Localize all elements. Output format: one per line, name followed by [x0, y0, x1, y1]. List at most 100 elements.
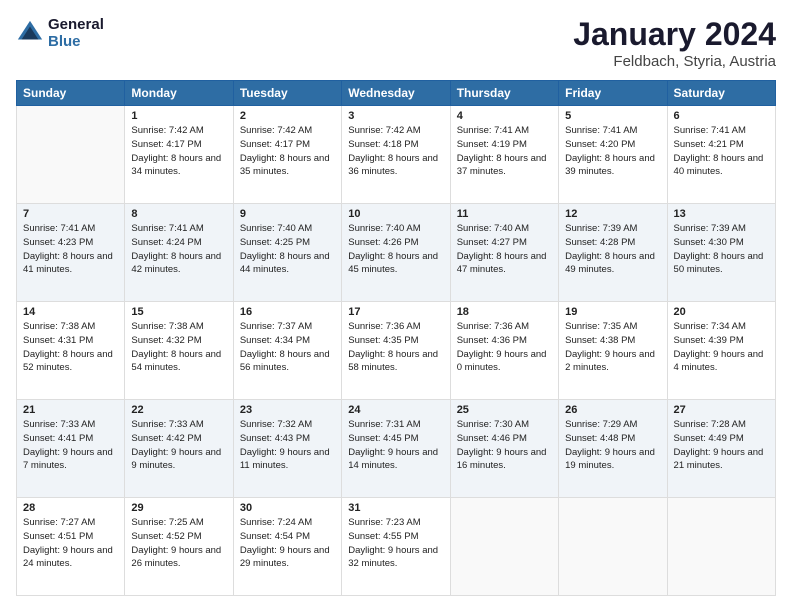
day-info: Sunrise: 7:39 AM Sunset: 4:28 PM Dayligh…	[565, 222, 660, 277]
weekday-header-friday: Friday	[559, 81, 667, 106]
day-info: Sunrise: 7:32 AM Sunset: 4:43 PM Dayligh…	[240, 418, 335, 473]
day-info: Sunrise: 7:41 AM Sunset: 4:23 PM Dayligh…	[23, 222, 118, 277]
day-info: Sunrise: 7:41 AM Sunset: 4:24 PM Dayligh…	[131, 222, 226, 277]
weekday-header-monday: Monday	[125, 81, 233, 106]
day-number: 28	[23, 502, 118, 514]
day-number: 30	[240, 502, 335, 514]
day-info: Sunrise: 7:39 AM Sunset: 4:30 PM Dayligh…	[674, 222, 769, 277]
calendar-table: SundayMondayTuesdayWednesdayThursdayFrid…	[16, 80, 776, 596]
day-number: 12	[565, 208, 660, 220]
calendar-cell: 25 Sunrise: 7:30 AM Sunset: 4:46 PM Dayli…	[450, 400, 558, 498]
day-number: 22	[131, 404, 226, 416]
day-number: 3	[348, 110, 443, 122]
week-row-2: 7Sunrise: 7:41 AM Sunset: 4:23 PM Daylig…	[17, 204, 776, 302]
week-row-4: 21 Sunrise: 7:33 AM Sunset: 4:41 PM Dayli…	[17, 400, 776, 498]
calendar-page: General Blue January 2024 Feldbach, Styr…	[0, 0, 792, 612]
day-info: Sunrise: 7:41 AM Sunset: 4:20 PM Dayligh…	[565, 124, 660, 179]
day-info: Sunrise: 7:38 AM Sunset: 4:31 PM Dayligh…	[23, 320, 118, 375]
day-info: Sunrise: 7:24 AM Sunset: 4:54 PM Dayligh…	[240, 516, 335, 571]
day-info: Sunrise: 7:28 AM Sunset: 4:49 PM Dayligh…	[674, 418, 769, 473]
calendar-cell: 27 Sunrise: 7:28 AM Sunset: 4:49 PM Dayli…	[667, 400, 775, 498]
calendar-cell: 14Sunrise: 7:38 AM Sunset: 4:31 PM Dayli…	[17, 302, 125, 400]
calendar-cell: 22Sunrise: 7:33 AM Sunset: 4:42 PM Dayli…	[125, 400, 233, 498]
day-number: 4	[457, 110, 552, 122]
title-block: January 2024 Feldbach, Styria, Austria	[573, 16, 776, 70]
day-number: 21	[23, 404, 118, 416]
day-info: Sunrise: 7:38 AM Sunset: 4:32 PM Dayligh…	[131, 320, 226, 375]
calendar-cell	[667, 498, 775, 596]
day-info: Sunrise: 7:40 AM Sunset: 4:25 PM Dayligh…	[240, 222, 335, 277]
day-info: Sunrise: 7:33 AM Sunset: 4:41 PM Dayligh…	[23, 418, 118, 473]
day-info: Sunrise: 7:34 AM Sunset: 4:39 PM Dayligh…	[674, 320, 769, 375]
day-info: Sunrise: 7:41 AM Sunset: 4:21 PM Dayligh…	[674, 124, 769, 179]
location-title: Feldbach, Styria, Austria	[573, 53, 776, 70]
weekday-header-wednesday: Wednesday	[342, 81, 450, 106]
weekday-header-sunday: Sunday	[17, 81, 125, 106]
day-number: 19	[565, 306, 660, 318]
calendar-cell: 7Sunrise: 7:41 AM Sunset: 4:23 PM Daylig…	[17, 204, 125, 302]
week-row-5: 28 Sunrise: 7:27 AM Sunset: 4:51 PM Dayli…	[17, 498, 776, 596]
day-number: 23	[240, 404, 335, 416]
logo-icon	[16, 19, 44, 47]
day-info: Sunrise: 7:40 AM Sunset: 4:26 PM Dayligh…	[348, 222, 443, 277]
week-row-3: 14Sunrise: 7:38 AM Sunset: 4:31 PM Dayli…	[17, 302, 776, 400]
day-info: Sunrise: 7:27 AM Sunset: 4:51 PM Dayligh…	[23, 516, 118, 571]
calendar-cell: 21 Sunrise: 7:33 AM Sunset: 4:41 PM Dayli…	[17, 400, 125, 498]
calendar-cell: 16Sunrise: 7:37 AM Sunset: 4:34 PM Dayli…	[233, 302, 341, 400]
day-info: Sunrise: 7:29 AM Sunset: 4:48 PM Dayligh…	[565, 418, 660, 473]
day-number: 29	[131, 502, 226, 514]
calendar-cell: 11 Sunrise: 7:40 AM Sunset: 4:27 PM Dayli…	[450, 204, 558, 302]
weekday-header-tuesday: Tuesday	[233, 81, 341, 106]
day-info: Sunrise: 7:40 AM Sunset: 4:27 PM Dayligh…	[457, 222, 552, 277]
logo-text: General Blue	[48, 16, 104, 50]
calendar-cell: 18Sunrise: 7:36 AM Sunset: 4:36 PM Dayli…	[450, 302, 558, 400]
day-number: 15	[131, 306, 226, 318]
calendar-cell: 15 Sunrise: 7:38 AM Sunset: 4:32 PM Dayli…	[125, 302, 233, 400]
calendar-cell: 19 Sunrise: 7:35 AM Sunset: 4:38 PM Dayli…	[559, 302, 667, 400]
weekday-header-saturday: Saturday	[667, 81, 775, 106]
day-number: 13	[674, 208, 769, 220]
day-info: Sunrise: 7:42 AM Sunset: 4:17 PM Dayligh…	[240, 124, 335, 179]
day-number: 27	[674, 404, 769, 416]
day-number: 11	[457, 208, 552, 220]
calendar-cell: 8Sunrise: 7:41 AM Sunset: 4:24 PM Daylig…	[125, 204, 233, 302]
day-number: 10	[348, 208, 443, 220]
calendar-cell: 4Sunrise: 7:41 AM Sunset: 4:19 PM Daylig…	[450, 106, 558, 204]
calendar-cell: 12 Sunrise: 7:39 AM Sunset: 4:28 PM Dayli…	[559, 204, 667, 302]
calendar-cell: 17Sunrise: 7:36 AM Sunset: 4:35 PM Dayli…	[342, 302, 450, 400]
calendar-cell: 13 Sunrise: 7:39 AM Sunset: 4:30 PM Dayli…	[667, 204, 775, 302]
day-info: Sunrise: 7:25 AM Sunset: 4:52 PM Dayligh…	[131, 516, 226, 571]
calendar-cell: 31Sunrise: 7:23 AM Sunset: 4:55 PM Dayli…	[342, 498, 450, 596]
day-number: 16	[240, 306, 335, 318]
day-number: 20	[674, 306, 769, 318]
calendar-cell: 20 Sunrise: 7:34 AM Sunset: 4:39 PM Dayli…	[667, 302, 775, 400]
calendar-cell: 23 Sunrise: 7:32 AM Sunset: 4:43 PM Dayli…	[233, 400, 341, 498]
calendar-cell: 10 Sunrise: 7:40 AM Sunset: 4:26 PM Dayli…	[342, 204, 450, 302]
calendar-cell: 1 Sunrise: 7:42 AM Sunset: 4:17 PM Daylig…	[125, 106, 233, 204]
day-info: Sunrise: 7:35 AM Sunset: 4:38 PM Dayligh…	[565, 320, 660, 375]
calendar-cell: 29 Sunrise: 7:25 AM Sunset: 4:52 PM Dayli…	[125, 498, 233, 596]
logo: General Blue	[16, 16, 104, 50]
calendar-cell: 5Sunrise: 7:41 AM Sunset: 4:20 PM Daylig…	[559, 106, 667, 204]
weekday-header-row: SundayMondayTuesdayWednesdayThursdayFrid…	[17, 81, 776, 106]
calendar-cell: 24Sunrise: 7:31 AM Sunset: 4:45 PM Dayli…	[342, 400, 450, 498]
day-number: 25	[457, 404, 552, 416]
day-number: 2	[240, 110, 335, 122]
day-info: Sunrise: 7:36 AM Sunset: 4:36 PM Dayligh…	[457, 320, 552, 375]
day-number: 1	[131, 110, 226, 122]
calendar-cell: 26Sunrise: 7:29 AM Sunset: 4:48 PM Dayli…	[559, 400, 667, 498]
weekday-header-thursday: Thursday	[450, 81, 558, 106]
calendar-cell: 9 Sunrise: 7:40 AM Sunset: 4:25 PM Daylig…	[233, 204, 341, 302]
calendar-cell: 28 Sunrise: 7:27 AM Sunset: 4:51 PM Dayli…	[17, 498, 125, 596]
header: General Blue January 2024 Feldbach, Styr…	[16, 16, 776, 70]
day-number: 9	[240, 208, 335, 220]
calendar-cell: 3Sunrise: 7:42 AM Sunset: 4:18 PM Daylig…	[342, 106, 450, 204]
calendar-cell	[450, 498, 558, 596]
day-number: 24	[348, 404, 443, 416]
calendar-cell	[17, 106, 125, 204]
day-number: 17	[348, 306, 443, 318]
day-info: Sunrise: 7:30 AM Sunset: 4:46 PM Dayligh…	[457, 418, 552, 473]
day-number: 31	[348, 502, 443, 514]
day-info: Sunrise: 7:42 AM Sunset: 4:17 PM Dayligh…	[131, 124, 226, 179]
calendar-cell	[559, 498, 667, 596]
